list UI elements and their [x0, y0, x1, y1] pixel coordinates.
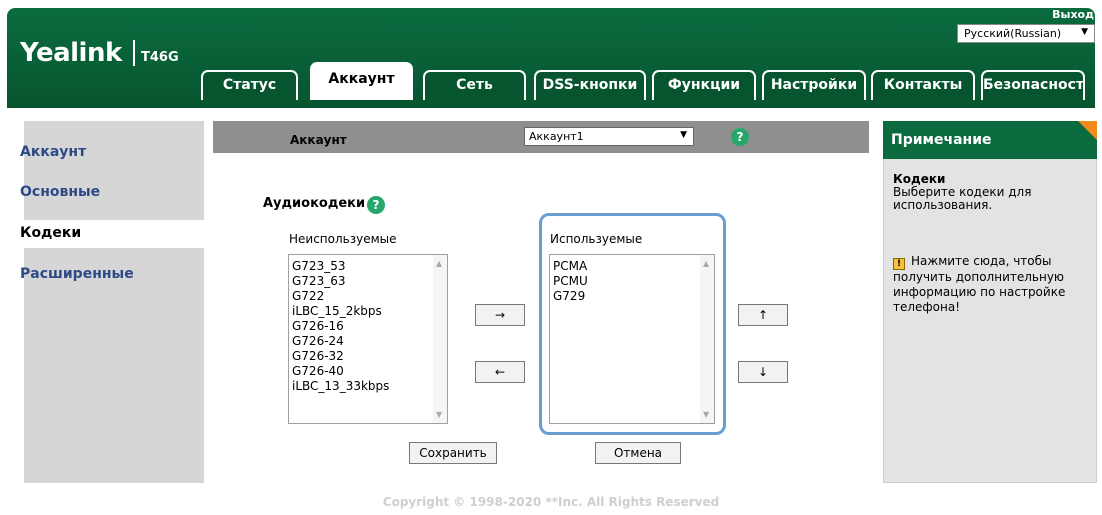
note-heading: Примечание: [883, 121, 1097, 159]
used-label: Используемые: [550, 232, 643, 246]
account-bar-label: Аккаунт: [290, 133, 347, 147]
list-item[interactable]: G726-24: [292, 334, 389, 349]
help-icon[interactable]: ?: [731, 128, 749, 146]
tab-security[interactable]: Безопасность: [981, 70, 1085, 100]
tab-dss-keys[interactable]: DSS-кнопки: [534, 70, 646, 100]
tab-features[interactable]: Функции: [652, 70, 756, 100]
yealink-logo: Yealink: [20, 38, 122, 68]
logo-separator: [133, 40, 135, 66]
note-title: Кодеки: [893, 172, 946, 186]
scrollbar[interactable]: ▲ ▼: [700, 255, 714, 423]
scroll-down-icon[interactable]: ▼: [703, 410, 709, 419]
sidebar-item-account[interactable]: Аккаунт: [20, 144, 86, 160]
account-select-value: Аккаунт1: [529, 130, 584, 143]
list-item[interactable]: G723_53: [292, 259, 389, 274]
scroll-up-icon[interactable]: ▲: [703, 259, 709, 268]
note-corner-flag: [1078, 121, 1097, 140]
copyright-footer: Copyright © 1998-2020 **Inc. All Rights …: [382, 495, 720, 509]
scroll-up-icon[interactable]: ▲: [436, 259, 442, 268]
list-item[interactable]: G722: [292, 289, 389, 304]
move-down-button[interactable]: ↓: [738, 361, 788, 383]
chevron-down-icon: ▼: [680, 130, 687, 140]
list-item[interactable]: iLBC_15_2kbps: [292, 304, 389, 319]
unused-codecs-list[interactable]: G723_53 G723_63 G722 iLBC_15_2kbps G726-16 G7…: [288, 254, 448, 424]
help-icon[interactable]: ?: [367, 196, 385, 214]
scrollbar[interactable]: ▲ ▼: [433, 255, 447, 423]
section-title: Аудиокодеки: [263, 196, 366, 211]
note-text: Выберите кодеки для использования.: [893, 185, 1032, 212]
language-select-value: Русский(Russian): [964, 27, 1062, 40]
sidebar-item-codecs[interactable]: Кодеки: [16, 220, 206, 248]
list-item[interactable]: PCMA: [553, 259, 588, 274]
used-codecs-items: PCMA PCMU G729: [553, 259, 588, 304]
scroll-down-icon[interactable]: ▼: [436, 410, 442, 419]
cancel-button[interactable]: Отмена: [595, 442, 681, 464]
sidebar-item-basic[interactable]: Основные: [20, 184, 100, 200]
save-button[interactable]: Сохранить: [409, 442, 497, 464]
unused-label: Неиспользуемые: [289, 232, 397, 246]
tab-status[interactable]: Статус: [201, 70, 298, 100]
list-item[interactable]: G723_63: [292, 274, 389, 289]
used-codecs-list[interactable]: PCMA PCMU G729 ▲ ▼: [549, 254, 715, 424]
list-item[interactable]: PCMU: [553, 274, 588, 289]
move-right-button[interactable]: →: [475, 304, 525, 326]
move-up-button[interactable]: ↑: [738, 304, 788, 326]
account-select[interactable]: Аккаунт1 ▼: [524, 127, 694, 146]
note-link-text[interactable]: Нажмите сюда, чтобы получить дополнитель…: [893, 254, 1065, 314]
unused-codecs-items: G723_53 G723_63 G722 iLBC_15_2kbps G726-16 G7…: [292, 259, 389, 394]
tab-network[interactable]: Сеть: [423, 70, 526, 100]
list-item[interactable]: G726-16: [292, 319, 389, 334]
tab-settings[interactable]: Настройки: [762, 70, 866, 100]
language-select[interactable]: Русский(Russian) ▼: [957, 24, 1095, 43]
info-icon: !: [893, 258, 905, 270]
chevron-down-icon: ▼: [1081, 27, 1088, 37]
logout-link[interactable]: Выход: [1052, 8, 1094, 21]
list-item[interactable]: G726-32: [292, 349, 389, 364]
sidebar-item-advanced[interactable]: Расширенные: [20, 266, 134, 282]
list-item[interactable]: iLBC_13_33kbps: [292, 379, 389, 394]
phone-model: T46G: [141, 50, 179, 65]
list-item[interactable]: G726-40: [292, 364, 389, 379]
tab-contacts[interactable]: Контакты: [871, 70, 975, 100]
list-item[interactable]: G729: [553, 289, 588, 304]
move-left-button[interactable]: ←: [475, 361, 525, 383]
sidebar: [24, 121, 204, 483]
tab-account[interactable]: Аккаунт: [310, 62, 413, 100]
note-help-link[interactable]: ! Нажмите сюда, чтобы получить дополнител…: [893, 254, 1093, 315]
